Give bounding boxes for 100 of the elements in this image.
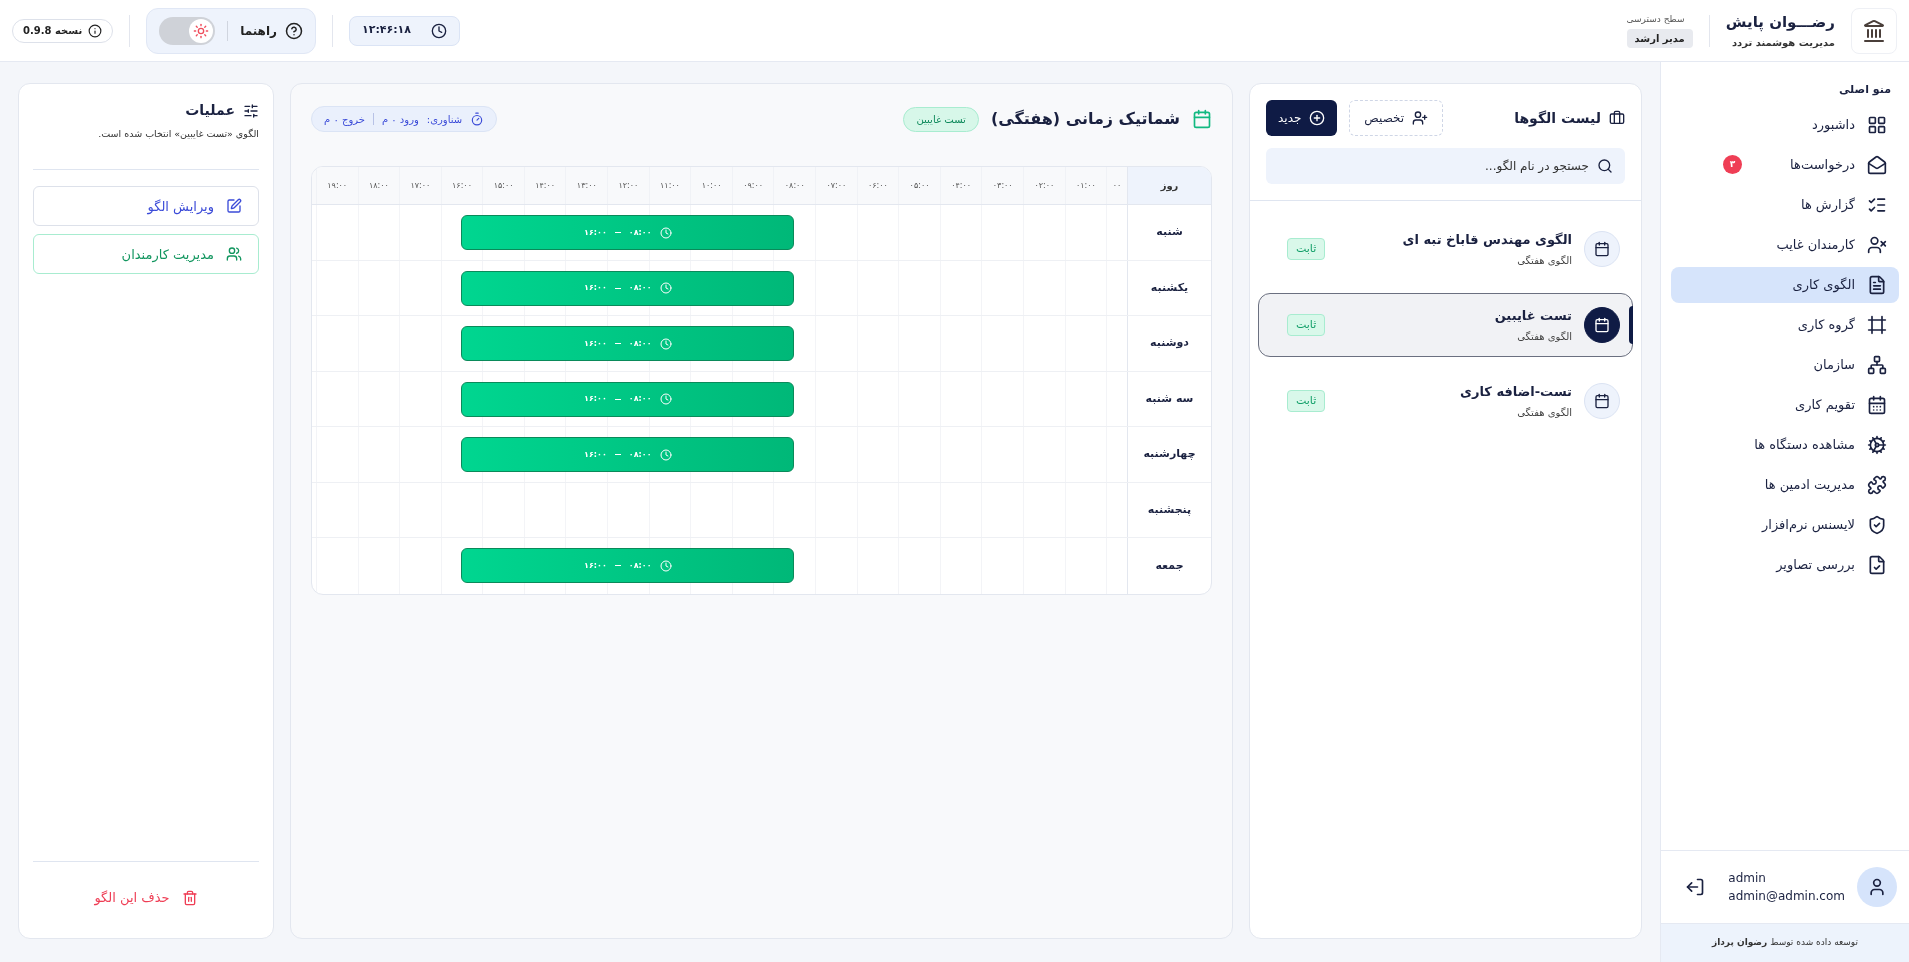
pattern-item[interactable]: تست غایبین الگوی هفتگی ثابت	[1258, 293, 1633, 357]
nav-item[interactable]: بررسی تصاویر	[1671, 546, 1899, 583]
help-button[interactable]: راهنما	[240, 21, 303, 40]
pattern-name: تست غایبین	[1494, 306, 1572, 325]
clock-display: ۱۲:۴۶:۱۸	[348, 15, 461, 46]
nav-item[interactable]: سازمان	[1671, 346, 1899, 383]
mail-icon	[1867, 154, 1887, 175]
plus-circle-icon	[1309, 110, 1326, 126]
time-tick: ۱۱:۰۰	[660, 179, 680, 192]
float-in: ورود ۰ م	[381, 112, 419, 127]
calendar-icon	[1192, 109, 1212, 129]
nav-label: مشاهده دستگاه ها	[1754, 435, 1855, 454]
trash-icon	[181, 890, 198, 906]
time-tick: ۰۸:۰۰	[784, 179, 805, 192]
briefcase-icon	[1609, 110, 1625, 126]
info-icon	[88, 23, 103, 38]
shift-start-time: ۰۸:۰۰	[628, 226, 652, 239]
pattern-type: الگوی هفتگی	[1516, 254, 1572, 269]
clock-icon	[659, 559, 672, 572]
time-tick: ۰۰	[1112, 179, 1122, 192]
day-name: چهارشنبه	[1143, 446, 1196, 462]
theme-toggle[interactable]	[159, 16, 216, 45]
edit-pattern-button[interactable]: ویرایش الگو	[33, 186, 259, 227]
time-tick: ۱۷:۰۰	[410, 179, 431, 192]
day-name: دوشنبه	[1150, 335, 1189, 351]
shift-start-time: ۰۸:۰۰	[628, 337, 652, 350]
nav-item[interactable]: گزارش ها	[1671, 186, 1899, 223]
nav-item[interactable]: الگوی کاری	[1671, 266, 1899, 303]
nav-item[interactable]: گروه کاری	[1671, 306, 1899, 343]
shift-start-time: ۰۸:۰۰	[628, 282, 652, 294]
time-tick: ۰۲:۰۰	[1034, 179, 1055, 192]
pattern-type: الگوی هفتگی	[1516, 406, 1572, 421]
grid-icon	[1867, 114, 1887, 135]
logout-button[interactable]	[1685, 877, 1705, 897]
assign-button[interactable]: تخصیص	[1349, 100, 1444, 136]
time-tick: ۱۳:۰۰	[576, 179, 597, 192]
nav-label: سازمان	[1813, 355, 1855, 375]
nav-item[interactable]: مدیریت ادمین ها	[1671, 466, 1899, 503]
float-label: شناوری:	[426, 112, 463, 127]
access-level-badge: مدیر ارشد	[1626, 28, 1693, 48]
panel-title: عملیات	[185, 101, 235, 120]
time-tick: ۱۲:۰۰	[618, 179, 639, 192]
nav-item[interactable]: لایسنس نرم‌افزار	[1671, 506, 1899, 543]
shift-end-time: ۱۶:۰۰	[584, 226, 607, 239]
nav-item[interactable]: مشاهده دستگاه ها	[1671, 426, 1899, 463]
clock-icon	[659, 337, 672, 350]
sliders-icon	[243, 102, 259, 119]
new-button[interactable]: جدید	[1266, 100, 1338, 136]
time-tick: ۰۴:۰۰	[951, 179, 972, 192]
user-plus-icon	[1412, 110, 1429, 126]
hierarchy-icon	[1867, 354, 1887, 375]
day-name: یکشنبه	[1150, 279, 1189, 296]
time-tick: ۰۳:۰۰	[992, 179, 1013, 192]
user-icon	[1867, 877, 1887, 897]
nav-label: لایسنس نرم‌افزار	[1762, 515, 1855, 535]
document-icon	[1867, 274, 1887, 295]
time-tick: ۰۶:۰۰	[868, 179, 888, 192]
shift-end-time: ۱۶:۰۰	[584, 282, 607, 294]
day-name: پنجشنبه	[1147, 501, 1192, 518]
time-tick: ۱۵:۰۰	[493, 179, 514, 192]
shift-start-time: ۰۸:۰۰	[628, 448, 652, 461]
nav-item[interactable]: داشبورد	[1671, 106, 1899, 143]
shift-end-time: ۱۶:۰۰	[584, 393, 607, 405]
calendar-icon	[1594, 317, 1610, 333]
time-tick: ۰۵:۰۰	[909, 179, 930, 192]
shift-end-time: ۱۶:۰۰	[584, 337, 607, 350]
nav-label: مدیریت ادمین ها	[1764, 475, 1855, 495]
help-icon	[284, 21, 303, 40]
time-tick: ۱۸:۰۰	[368, 179, 389, 192]
access-label: سطح دسترسی	[1626, 13, 1685, 27]
selection-description: الگوی «تست غایبین» انتخاب شده است.	[97, 127, 259, 141]
count-badge: ۳	[1723, 155, 1742, 174]
day-name: جمعه	[1155, 557, 1184, 574]
nav-item[interactable]: درخواست‌ها ۳	[1671, 146, 1899, 183]
users-icon	[226, 246, 242, 263]
user-avatar[interactable]	[1857, 867, 1897, 907]
schedule-title: شماتیک زمانی (هفتگی)	[990, 108, 1180, 130]
pattern-name: الگوی مهندس قاباخ تبه ای	[1402, 230, 1572, 249]
nav-item[interactable]: کارمندان غایب	[1671, 226, 1899, 263]
brand-subtitle: مدیریت هوشمند تردد	[1730, 36, 1835, 51]
brand-title: رضـــوان پایش	[1725, 11, 1835, 34]
calendar-icon	[1594, 393, 1610, 409]
shift-start-time: ۰۸:۰۰	[628, 393, 652, 405]
pattern-type: الگوی هفتگی	[1516, 330, 1572, 345]
nav-label: کارمندان غایب	[1776, 235, 1855, 255]
time-tick: ۱۰:۰۰	[701, 179, 722, 192]
clock-icon	[659, 226, 672, 239]
clock-icon	[659, 448, 672, 461]
nav-item[interactable]: تقویم کاری	[1671, 386, 1899, 423]
edit-icon	[226, 198, 242, 215]
time-tick: ۱۴:۰۰	[535, 179, 556, 192]
time-tick: ۰۹:۰۰	[743, 179, 764, 192]
clock-icon	[659, 282, 672, 294]
clock-icon	[431, 22, 448, 39]
search-icon	[1597, 158, 1613, 174]
nav-label: بررسی تصاویر	[1776, 555, 1855, 575]
delete-pattern-button[interactable]: حذف این الگو	[33, 882, 259, 914]
nav-label: درخواست‌ها	[1790, 155, 1855, 175]
manage-staff-button[interactable]: مدیریت کارمندان	[33, 234, 259, 275]
search-field[interactable]: جستجو در نام الگو...	[1266, 148, 1625, 184]
